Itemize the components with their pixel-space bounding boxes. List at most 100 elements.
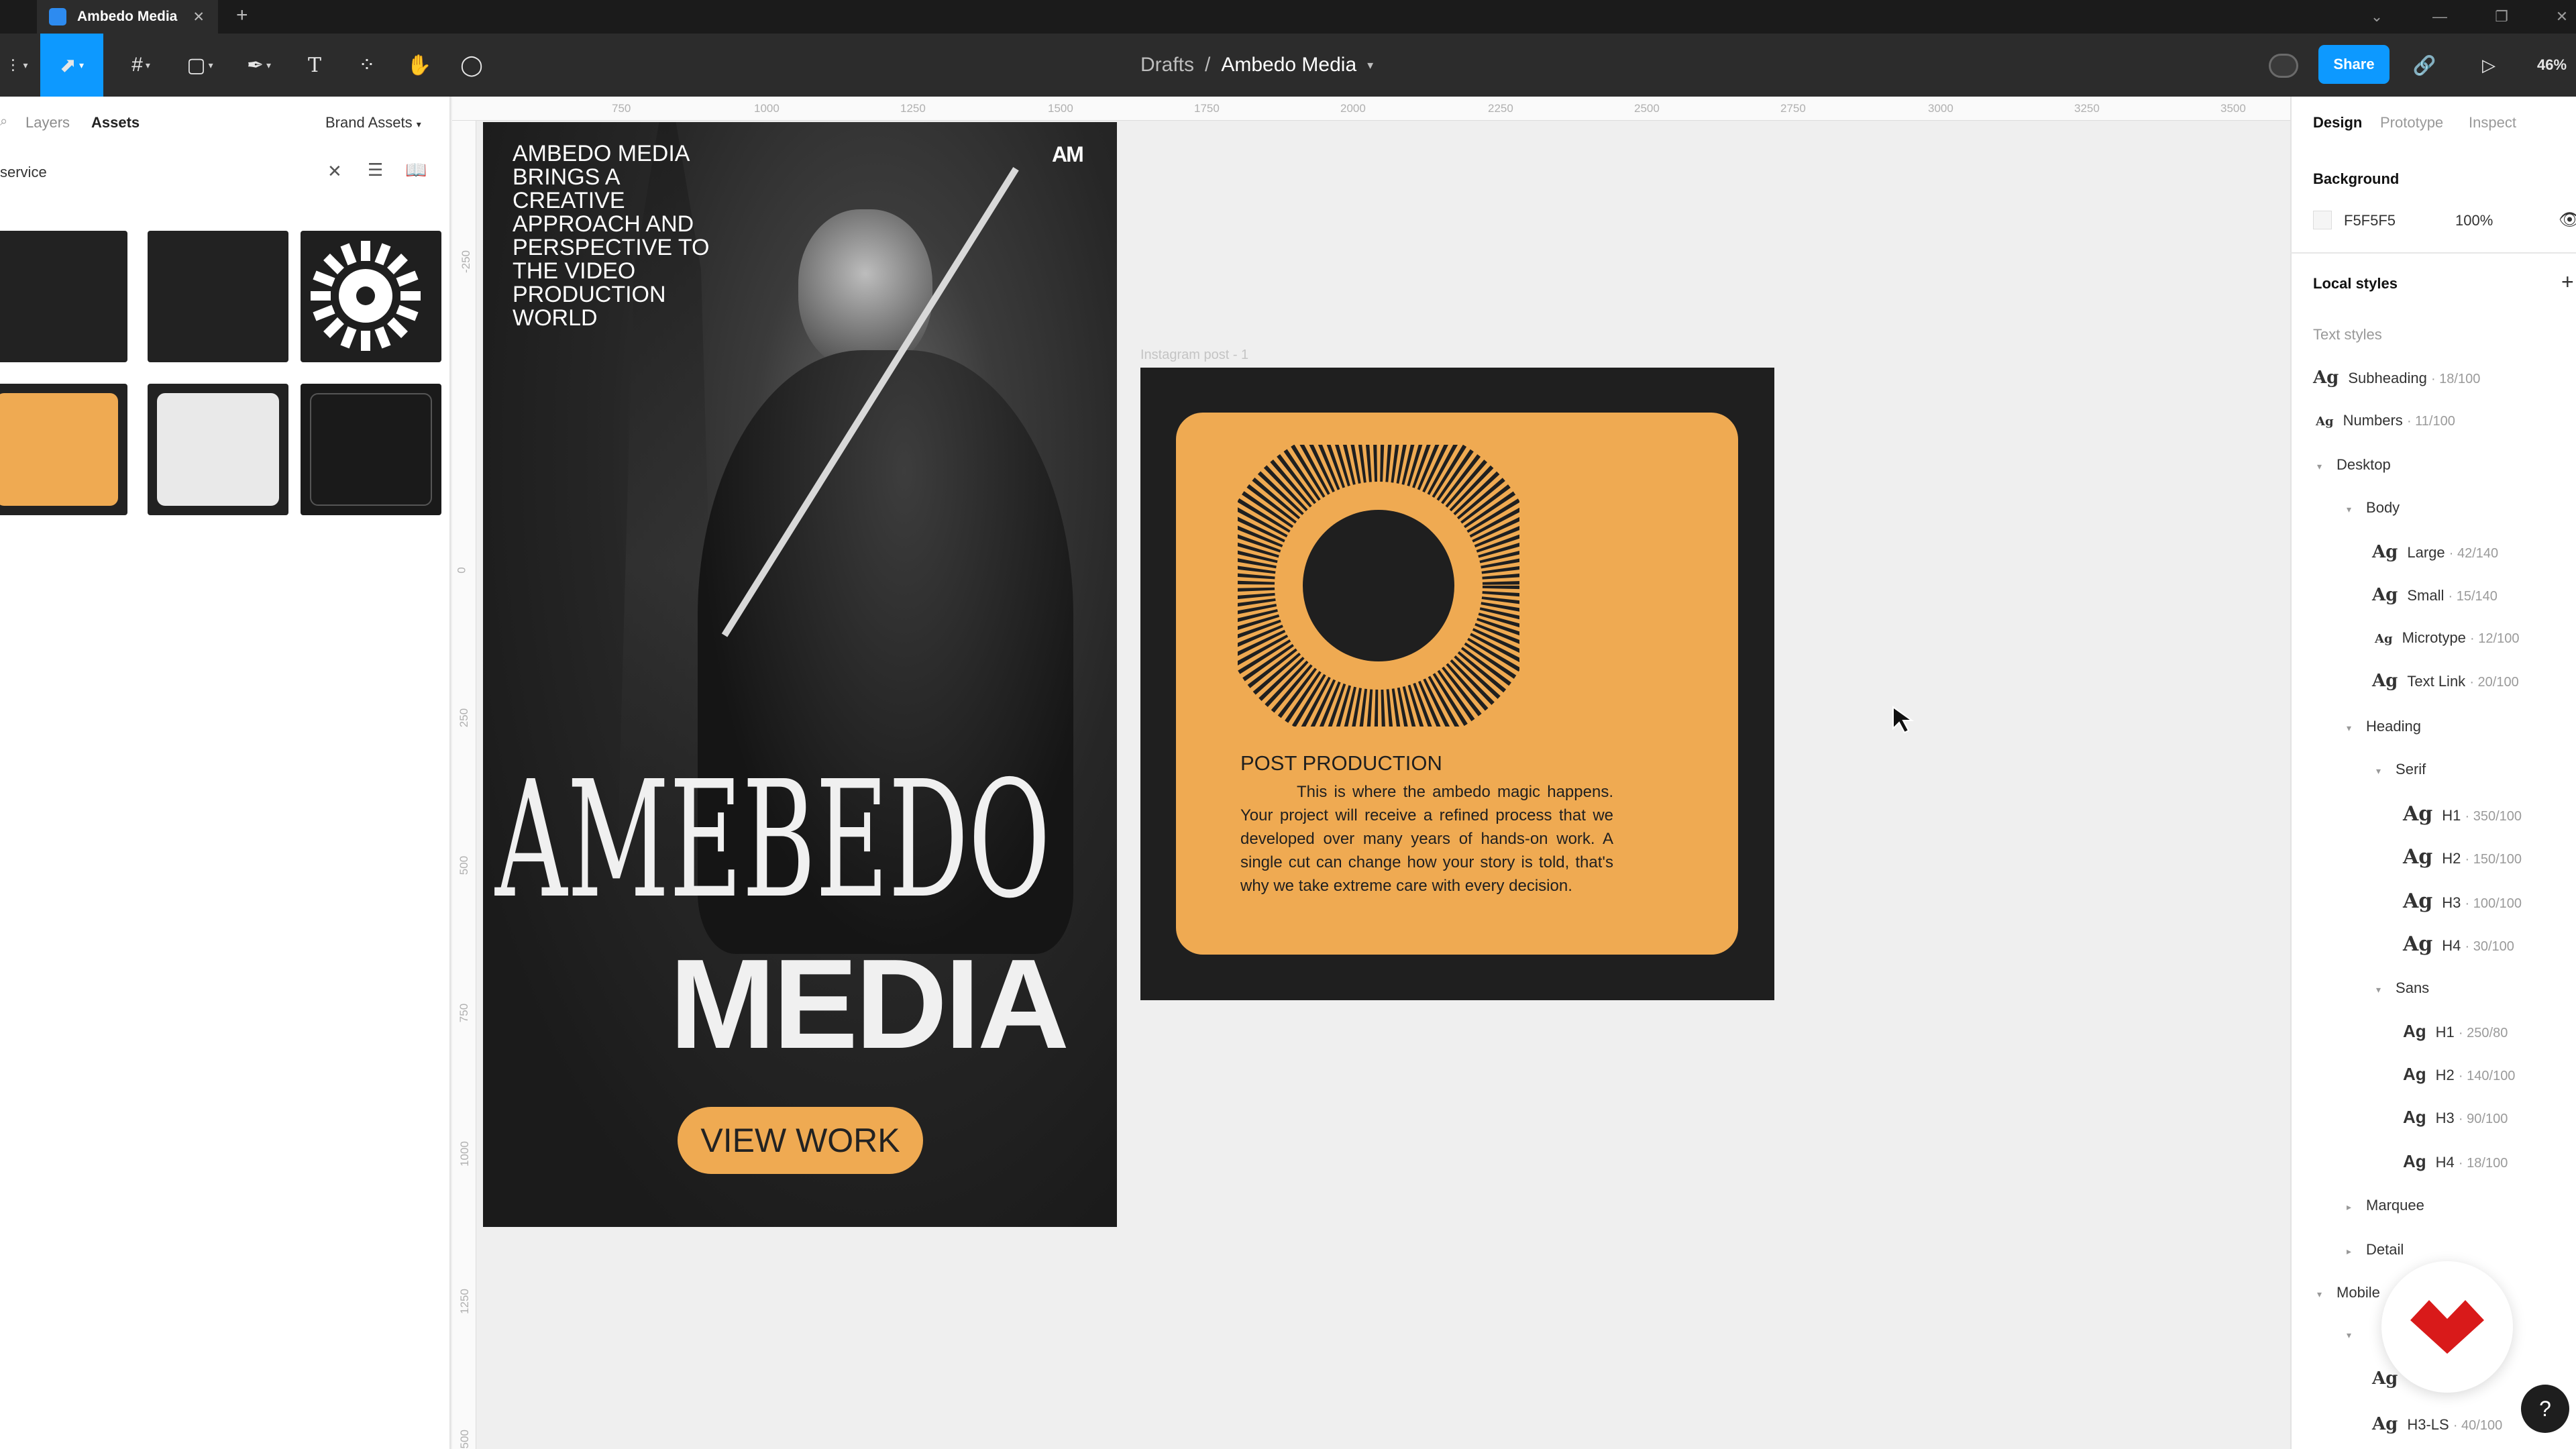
story-artboard[interactable]: AMBEDO MEDIA BRINGS A CREATIVE APPROACH …: [483, 122, 1117, 1227]
style-small[interactable]: Ag Small · 15/140: [2372, 585, 2498, 605]
style-large[interactable]: Ag Large · 42/140: [2372, 542, 2498, 562]
tab-assets[interactable]: Assets: [91, 114, 140, 131]
style-h3-ls[interactable]: Ag H3-LS · 40/100: [2372, 1414, 2502, 1434]
floating-app-badge[interactable]: [2381, 1261, 2513, 1393]
ruler-tick: 750: [458, 1003, 471, 1023]
view-work-button[interactable]: VIEW WORK: [678, 1107, 923, 1174]
breadcrumb-drafts[interactable]: Drafts: [1140, 54, 1194, 76]
group-detail[interactable]: ▸ Detail: [2347, 1241, 2404, 1258]
zoom-level[interactable]: 46%: [2528, 34, 2576, 97]
close-tab-icon[interactable]: ✕: [193, 9, 205, 25]
background-hex-input[interactable]: F5F5F5: [2344, 212, 2396, 229]
background-swatch[interactable]: [2313, 211, 2332, 229]
help-button[interactable]: ?: [2521, 1385, 2569, 1433]
style-serif-h1[interactable]: Ag H1 · 350/100: [2403, 802, 2522, 826]
ruler-tick: 1250: [900, 102, 926, 115]
share-button[interactable]: Share: [2318, 45, 2390, 84]
link-icon[interactable]: 🔗: [2404, 34, 2445, 97]
style-sans-h2[interactable]: Ag H2 · 140/100: [2403, 1064, 2515, 1085]
chevron-down-icon: ▾: [2347, 504, 2352, 515]
text-icon: T: [307, 53, 321, 77]
file-tab[interactable]: Ambedo Media ✕: [37, 0, 218, 34]
library-selector[interactable]: Brand Assets ▾: [325, 114, 421, 131]
frame-label[interactable]: Instagram post - 1: [1140, 347, 1248, 363]
avatar[interactable]: [2269, 54, 2298, 78]
group-marquee[interactable]: ▸ Marquee: [2347, 1197, 2424, 1214]
chevron-down-icon[interactable]: ▾: [2347, 1330, 2351, 1341]
frame-tool-button[interactable]: # ▾: [114, 34, 168, 97]
move-tool-button[interactable]: ⬈ ▾: [40, 34, 103, 97]
ruler-tick: 1750: [1194, 102, 1220, 115]
group-body[interactable]: ▾ Body: [2347, 499, 2400, 517]
asset-thumbnail[interactable]: [301, 384, 441, 515]
style-serif-h4[interactable]: Ag H4 · 30/100: [2403, 932, 2514, 956]
horizontal-ruler: 750 1000 1250 1500 1750 2000 2250 2500 2…: [452, 97, 2290, 121]
style-serif-h2[interactable]: Ag H2 · 150/100: [2403, 845, 2522, 869]
style-sans-h3[interactable]: Ag H3 · 90/100: [2403, 1107, 2508, 1128]
tab-layers[interactable]: Layers: [25, 114, 70, 131]
resources-tool-button[interactable]: ⁘: [343, 34, 390, 97]
asset-thumbnail[interactable]: [0, 384, 127, 515]
style-meta: · 18/100: [2430, 372, 2481, 386]
components-icon: ⁘: [358, 54, 376, 76]
library-book-icon[interactable]: 📖: [405, 160, 427, 180]
style-numbers[interactable]: Ag Numbers · 11/100: [2316, 412, 2455, 429]
tab-inspect[interactable]: Inspect: [2469, 114, 2516, 131]
new-tab-button[interactable]: +: [236, 4, 248, 27]
type-sample-icon: Ag: [2403, 890, 2433, 913]
add-style-icon[interactable]: +: [2561, 270, 2574, 294]
present-play-icon[interactable]: ▷: [2469, 34, 2509, 97]
background-opacity-input[interactable]: 100%: [2455, 212, 2493, 229]
type-sample-icon: Ag: [2316, 415, 2334, 429]
group-mobile[interactable]: ▾ Mobile: [2317, 1284, 2380, 1301]
asset-thumbnail[interactable]: [148, 384, 288, 515]
shape-tool-button[interactable]: ▢ ▾: [173, 34, 227, 97]
eye-icon[interactable]: 👁: [2559, 209, 2576, 230]
tab-design[interactable]: Design: [2313, 114, 2362, 131]
rectangle-icon: ▢: [186, 54, 206, 76]
list-view-icon[interactable]: ☰: [368, 160, 383, 180]
chevron-down-icon: ▾: [416, 119, 421, 129]
group-sans[interactable]: ▾ Sans: [2376, 979, 2429, 997]
group-heading[interactable]: ▾ Heading: [2347, 718, 2421, 735]
comment-tool-button[interactable]: ◯: [448, 34, 495, 97]
style-name: H3: [2435, 1110, 2455, 1126]
brand-logo: AM: [1052, 142, 1084, 166]
file-name[interactable]: Ambedo Media: [1221, 54, 1356, 76]
asset-thumbnail[interactable]: [148, 231, 288, 362]
hand-tool-button[interactable]: ✋: [396, 34, 443, 97]
text-tool-button[interactable]: T: [291, 34, 338, 97]
tab-prototype[interactable]: Prototype: [2380, 114, 2443, 131]
asset-thumbnail[interactable]: [301, 231, 441, 362]
group-name: Body: [2366, 499, 2400, 516]
style-sans-h4[interactable]: Ag H4 · 18/100: [2403, 1151, 2508, 1172]
minimize-icon[interactable]: —: [2416, 0, 2463, 34]
style-subheading[interactable]: Ag Subheading · 18/100: [2313, 368, 2480, 388]
pen-tool-button[interactable]: ✒ ▾: [232, 34, 286, 97]
style-name: H4: [2435, 1154, 2455, 1171]
chevron-down-icon[interactable]: ▾: [1367, 58, 1373, 72]
breadcrumb-separator: /: [1205, 54, 1211, 76]
style-serif-h3[interactable]: Ag H3 · 100/100: [2403, 890, 2522, 913]
clear-search-icon[interactable]: ✕: [327, 161, 342, 182]
main-menu-button[interactable]: ⋮ ▾: [0, 34, 34, 97]
local-styles-label: Local styles: [2313, 275, 2398, 292]
restore-icon[interactable]: ❐: [2478, 0, 2525, 34]
text-styles-label: Text styles: [2313, 326, 2382, 343]
close-window-icon[interactable]: ✕: [2538, 0, 2576, 34]
chevron-down-icon: ▾: [2376, 765, 2381, 776]
style-text-link[interactable]: Ag Text Link · 20/100: [2372, 671, 2519, 691]
sunburst-icon: [311, 241, 421, 351]
chevron-down-icon[interactable]: ⌄: [2353, 0, 2400, 34]
group-serif[interactable]: ▾ Serif: [2376, 761, 2426, 778]
group-name: Serif: [2396, 761, 2426, 777]
ruler-tick: 250: [458, 708, 471, 728]
style-sans-h1[interactable]: Ag H1 · 250/80: [2403, 1021, 2508, 1042]
asset-search-input[interactable]: service: [0, 164, 47, 181]
style-name: H3-LS: [2407, 1416, 2449, 1433]
thumb-card: [157, 393, 279, 506]
asset-thumbnail[interactable]: [0, 231, 127, 362]
title-bar: [0, 0, 2576, 34]
group-desktop[interactable]: ▾ Desktop: [2317, 456, 2391, 474]
style-microtype[interactable]: Ag Microtype · 12/100: [2375, 629, 2519, 647]
